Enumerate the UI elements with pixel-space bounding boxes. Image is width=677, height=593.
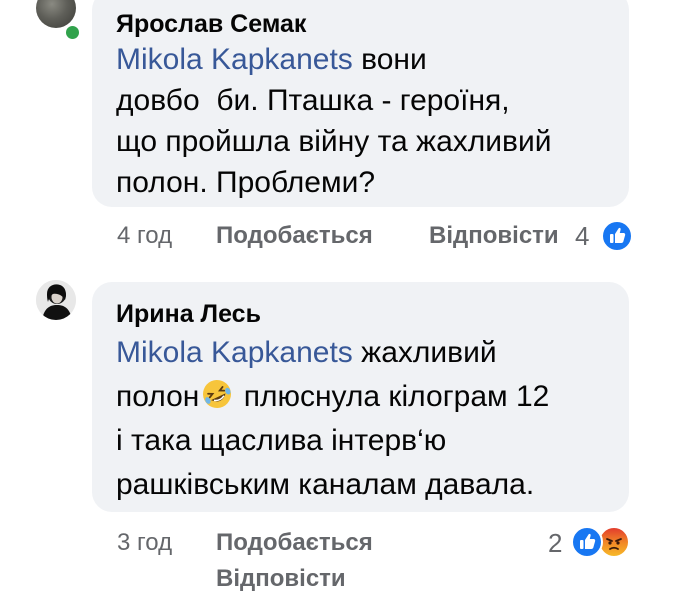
like-button[interactable]: Подобається — [216, 529, 373, 557]
comment-timestamp[interactable]: 3 год — [117, 529, 172, 557]
comment-text-segment: і така щаслива інтерв‘ю — [116, 424, 447, 457]
comment-text-segment: жахливий — [352, 336, 497, 369]
angry-face-icon — [606, 538, 622, 550]
comment-text-segment: плюснула кілограм 12 — [235, 380, 550, 413]
reaction-count[interactable]: 2 — [548, 528, 562, 559]
like-reaction-icon[interactable] — [601, 220, 633, 252]
mention-link[interactable]: Mikola Kapkanets — [116, 336, 353, 369]
reaction-count[interactable]: 4 — [575, 221, 589, 252]
mention-link[interactable]: Mikola Kapkanets — [116, 43, 353, 76]
comment-text: Mikola Kapkanets вони довбо ‌ би. Пташка… — [116, 39, 616, 203]
rolling-laughing-emoji-icon — [203, 380, 232, 408]
profile-photo-icon — [36, 280, 76, 320]
like-button[interactable]: Подобається — [216, 222, 373, 250]
commenter-avatar[interactable] — [36, 280, 76, 320]
comment-text: Mikola Kapkanets жахливий полон плюснула… — [116, 331, 616, 507]
comment-timestamp[interactable]: 4 год — [117, 222, 172, 250]
thumbs-up-icon — [580, 533, 596, 549]
comment-author-name[interactable]: Ярослав Семак — [116, 10, 306, 39]
comment-text-segment: що пройшла війну та жахливий — [116, 125, 552, 158]
reply-button[interactable]: Відповісти — [429, 222, 559, 250]
comment-author-name[interactable]: Ирина Лесь — [116, 300, 261, 329]
reply-button[interactable]: Відповісти — [216, 565, 346, 593]
thumbs-up-icon — [610, 227, 626, 243]
comment-text-segment: рашківським каналам давала. — [116, 468, 535, 501]
comment-text-segment: вони — [352, 43, 427, 76]
comment-text-segment: довбо ‌ би. Пташка - героїня, — [116, 84, 510, 117]
comment-text-segment: полон. Проблеми? — [116, 166, 376, 199]
online-status-indicator — [63, 23, 82, 42]
like-reaction-icon[interactable] — [571, 526, 603, 558]
comment-text-segment: полон — [116, 380, 200, 413]
